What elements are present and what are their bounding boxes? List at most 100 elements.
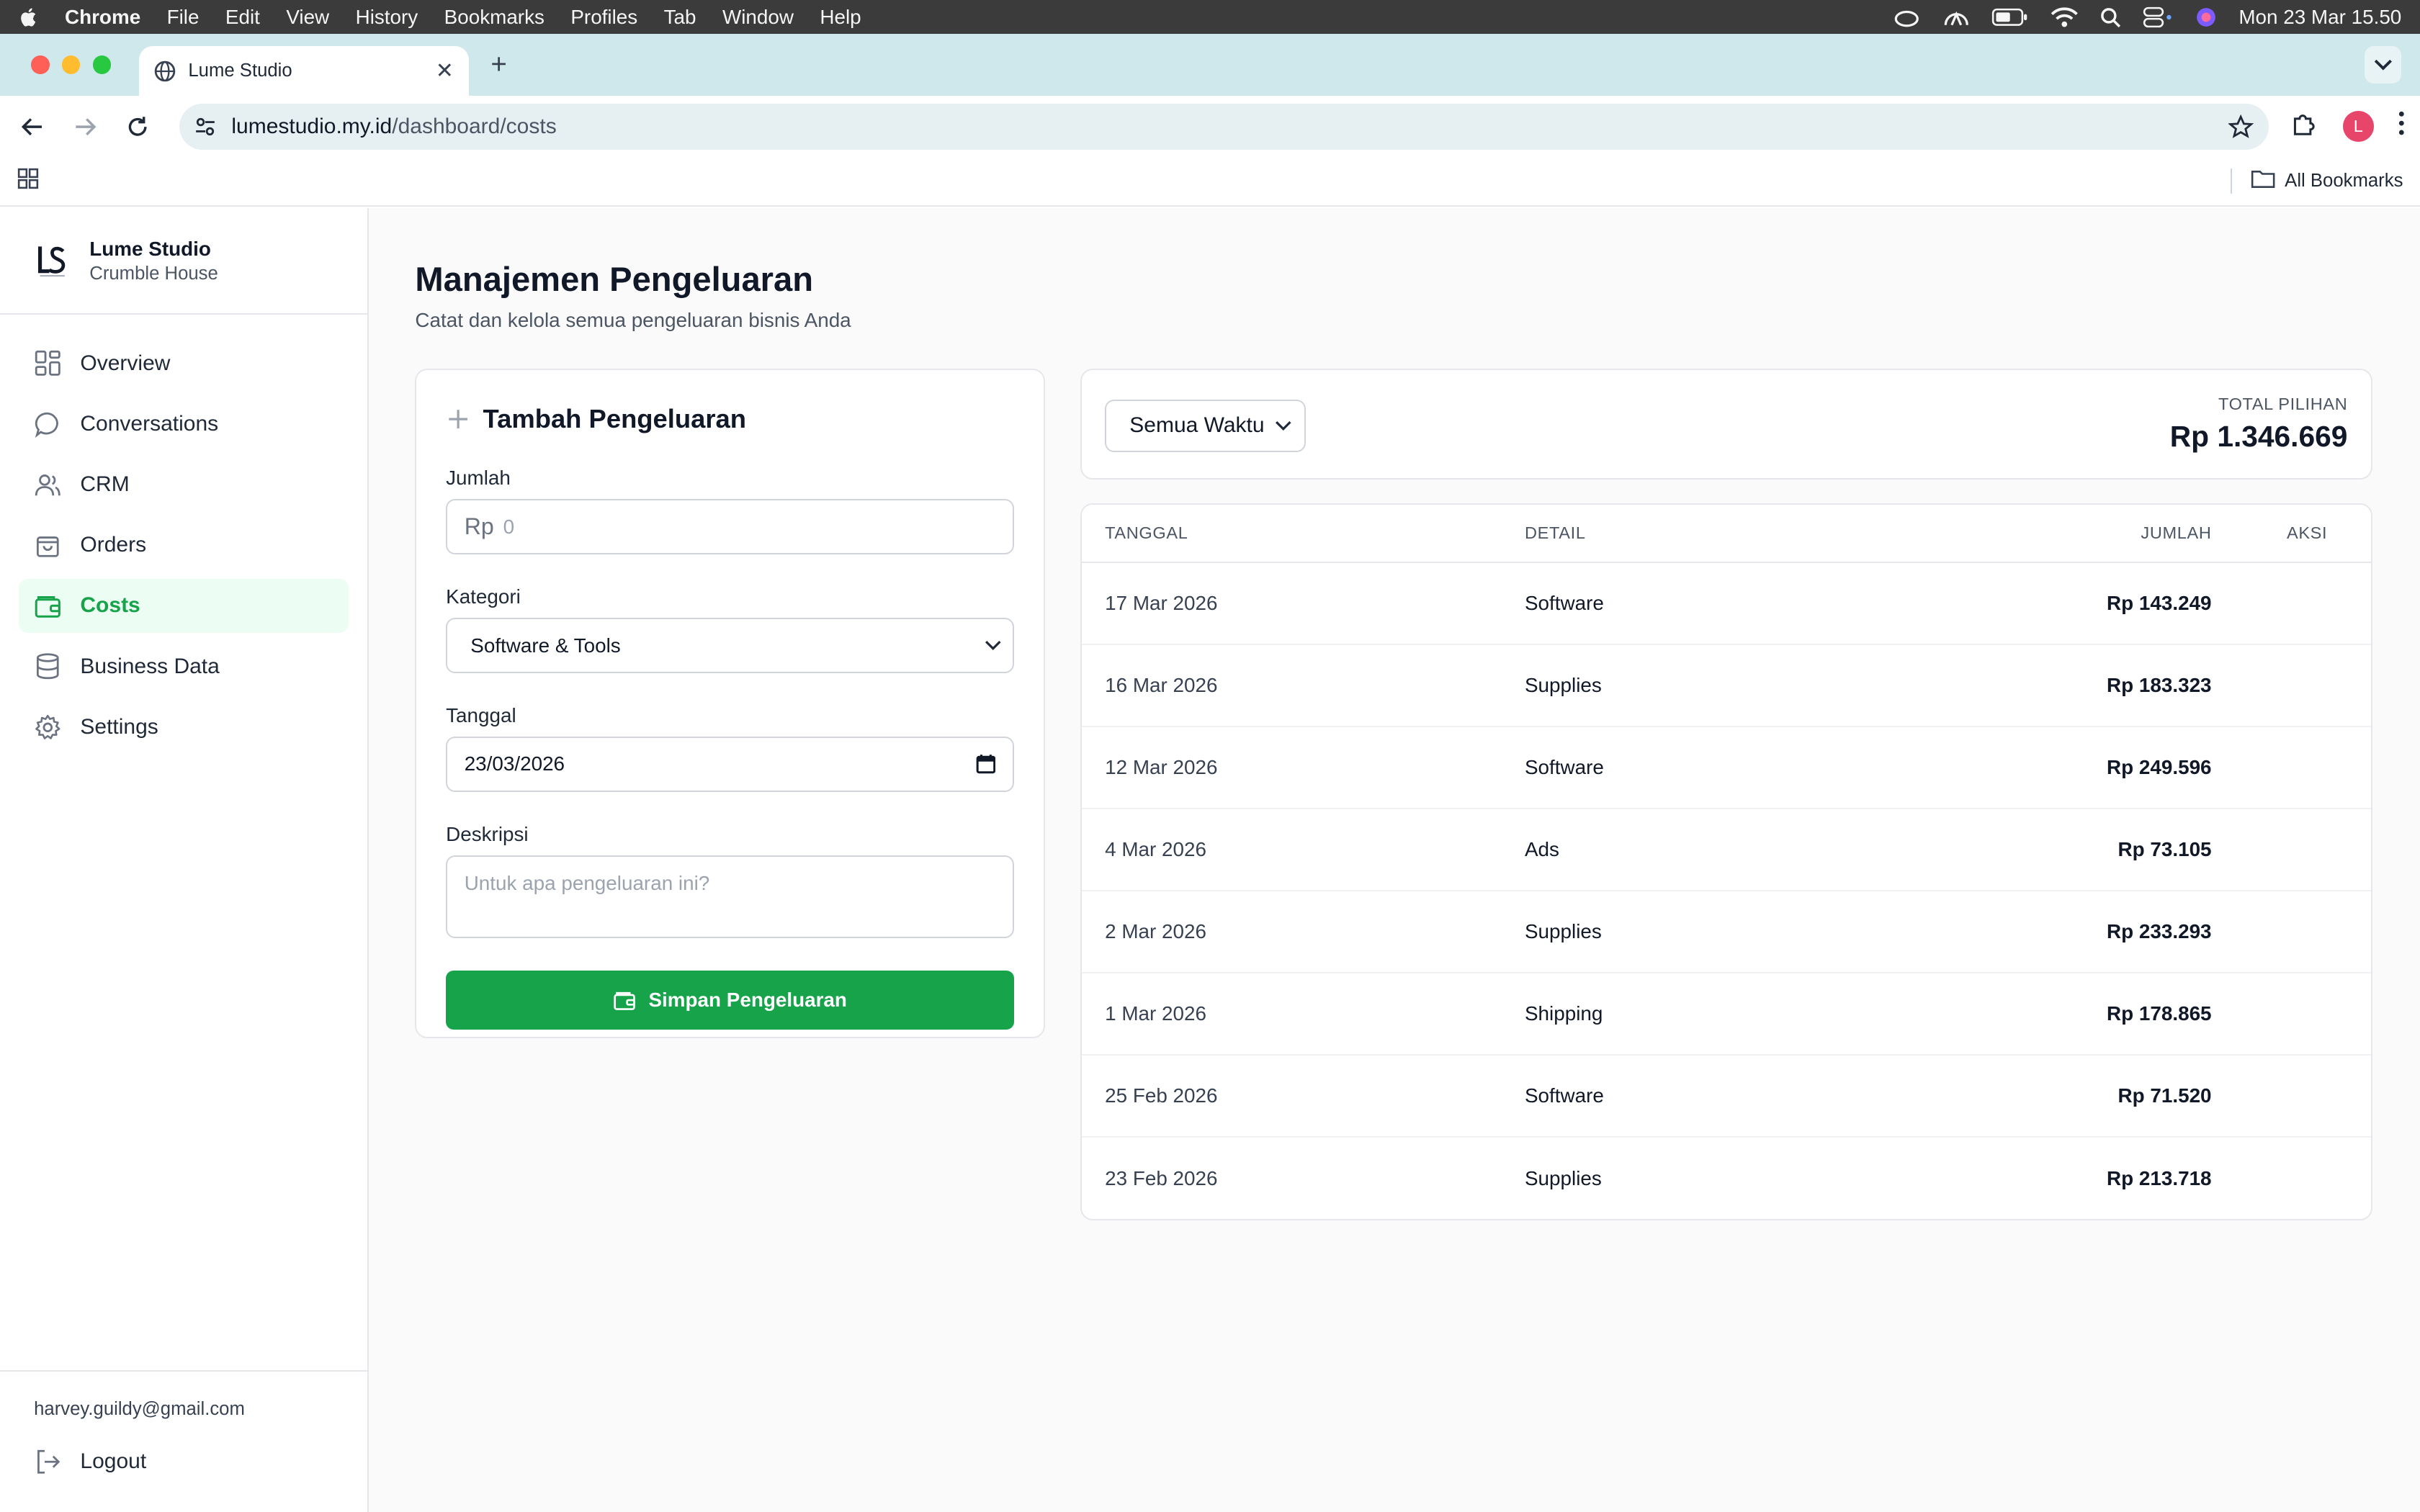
cell-date: 12 Mar 2026 xyxy=(1105,755,1218,778)
cell-amount: Rp 183.323 xyxy=(2107,673,2212,696)
spotlight-search-icon[interactable] xyxy=(2099,6,2121,28)
all-bookmarks-label: All Bookmarks xyxy=(2285,171,2403,192)
column-header-detail: DETAIL xyxy=(1524,523,1586,542)
amount-placeholder: 0 xyxy=(503,515,515,538)
description-textarea[interactable]: Untuk apa pengeluaran ini? xyxy=(446,855,1014,939)
creative-cloud-icon[interactable] xyxy=(1893,6,1921,28)
gear-icon xyxy=(35,714,60,739)
new-tab-icon[interactable]: + xyxy=(490,49,507,81)
period-filter-value: Semua Waktu xyxy=(1129,413,1265,438)
table-row: 17 Mar 2026 Software Rp 143.249 xyxy=(1081,563,2371,645)
arc-icon[interactable] xyxy=(1942,6,1971,28)
menu-file[interactable]: File xyxy=(167,6,200,29)
category-select[interactable]: Software & Tools xyxy=(446,617,1014,674)
browser-menu-kebab-icon[interactable] xyxy=(2398,111,2405,142)
apple-icon[interactable] xyxy=(19,6,40,28)
minimize-window-button[interactable] xyxy=(61,55,81,74)
menu-profiles[interactable]: Profiles xyxy=(570,6,637,29)
close-window-button[interactable] xyxy=(30,55,50,74)
menu-view[interactable]: View xyxy=(286,6,329,29)
site-settings-icon[interactable] xyxy=(194,116,216,138)
address-bar[interactable]: lumestudio.my.id/dashboard/costs xyxy=(179,103,2269,150)
cell-detail: Supplies xyxy=(1524,919,1602,942)
apps-grid-icon[interactable] xyxy=(17,168,39,194)
bookmarks-bar: All Bookmarks xyxy=(0,157,2420,207)
cell-date: 2 Mar 2026 xyxy=(1105,919,1206,942)
menu-bookmarks[interactable]: Bookmarks xyxy=(444,6,544,29)
sidebar-item-overview[interactable]: Overview xyxy=(19,336,349,390)
cell-date: 25 Feb 2026 xyxy=(1105,1084,1218,1107)
sidebar-item-orders[interactable]: Orders xyxy=(19,518,349,572)
tab-search-chevron-icon[interactable] xyxy=(2364,46,2402,84)
menubar-clock[interactable]: Mon 23 Mar 15.50 xyxy=(2238,6,2401,29)
cell-amount: Rp 73.105 xyxy=(2118,837,2212,860)
sidebar-nav: Overview Conversations CRM Orders Costs … xyxy=(0,315,367,782)
forward-arrow-icon[interactable] xyxy=(68,109,102,143)
sidebar-footer: harvey.guildy@gmail.com Logout xyxy=(0,1369,367,1476)
total-selected-label: TOTAL PILIHAN xyxy=(2218,395,2348,414)
currency-prefix: Rp xyxy=(464,513,494,540)
table-row: 2 Mar 2026 Supplies Rp 233.293 xyxy=(1081,891,2371,973)
table-row: 25 Feb 2026 Software Rp 71.520 xyxy=(1081,1056,2371,1138)
siri-icon[interactable] xyxy=(2195,6,2217,28)
brand-subtitle: Crumble House xyxy=(89,263,218,284)
table-header: TANGGAL DETAIL JUMLAH AKSI xyxy=(1081,504,2371,563)
cell-detail: Software xyxy=(1524,1084,1604,1107)
menu-tab[interactable]: Tab xyxy=(664,6,696,29)
page-subtitle: Catat dan kelola semua pengeluaran bisni… xyxy=(415,308,851,331)
shopping-bag-icon xyxy=(37,536,59,557)
menu-history[interactable]: History xyxy=(356,6,418,29)
menu-window[interactable]: Window xyxy=(722,6,794,29)
logout-label: Logout xyxy=(80,1449,147,1474)
menu-help[interactable]: Help xyxy=(820,6,861,29)
calendar-icon[interactable] xyxy=(976,754,996,774)
plus-icon xyxy=(449,410,468,429)
cell-date: 16 Mar 2026 xyxy=(1105,673,1218,696)
sidebar-item-label: Orders xyxy=(80,533,147,557)
wifi-icon[interactable] xyxy=(2051,6,2079,28)
all-bookmarks-button[interactable]: All Bookmarks xyxy=(2231,168,2403,194)
cell-amount: Rp 143.249 xyxy=(2107,591,2212,614)
cell-date: 17 Mar 2026 xyxy=(1105,591,1218,614)
users-icon xyxy=(35,474,60,496)
extensions-puzzle-icon[interactable] xyxy=(2290,109,2318,144)
column-header-date: TANGGAL xyxy=(1105,523,1188,542)
sidebar-item-conversations[interactable]: Conversations xyxy=(19,397,349,451)
battery-icon[interactable] xyxy=(1991,8,2028,27)
sidebar-item-settings[interactable]: Settings xyxy=(19,700,349,754)
period-filter-select[interactable]: Semua Waktu xyxy=(1105,399,1306,452)
macos-menubar: Chrome File Edit View History Bookmarks … xyxy=(0,0,2420,35)
cell-amount: Rp 178.865 xyxy=(2107,1002,2212,1025)
close-tab-icon[interactable]: ✕ xyxy=(436,58,454,84)
cell-detail: Software xyxy=(1524,591,1604,614)
reload-icon[interactable] xyxy=(120,109,154,143)
menu-app-name[interactable]: Chrome xyxy=(65,6,140,29)
cell-amount: Rp 213.718 xyxy=(2107,1166,2212,1189)
maximize-window-button[interactable] xyxy=(92,55,112,74)
date-input[interactable]: 23/03/2026 xyxy=(446,736,1014,792)
table-row: 1 Mar 2026 Shipping Rp 178.865 xyxy=(1081,973,2371,1056)
sidebar-item-business-data[interactable]: Business Data xyxy=(19,639,349,693)
cell-detail: Shipping xyxy=(1524,1002,1603,1025)
back-arrow-icon[interactable] xyxy=(15,109,49,143)
control-center-icon[interactable] xyxy=(2143,6,2174,28)
save-expense-button[interactable]: Simpan Pengeluaran xyxy=(446,971,1014,1030)
wallet-icon xyxy=(614,991,636,1010)
sidebar-item-crm[interactable]: CRM xyxy=(19,458,349,512)
menu-edit[interactable]: Edit xyxy=(225,6,260,29)
amount-input[interactable]: Rp 0 xyxy=(446,499,1014,555)
main-content: Manajemen Pengeluaran Catat dan kelola s… xyxy=(369,208,2420,1512)
sidebar-item-label: CRM xyxy=(80,472,130,497)
add-expense-title: Tambah Pengeluaran xyxy=(483,404,747,434)
amount-label: Jumlah xyxy=(446,467,511,490)
profile-avatar[interactable]: L xyxy=(2342,111,2374,143)
url-host: lumestudio.my.id xyxy=(231,114,393,138)
logout-button[interactable]: Logout xyxy=(34,1448,333,1476)
sidebar-item-costs[interactable]: Costs xyxy=(18,578,349,633)
column-header-amount: JUMLAH xyxy=(2141,523,2212,542)
app-sidebar: Lume Studio Crumble House Overview Conve… xyxy=(0,208,369,1512)
cell-amount: Rp 233.293 xyxy=(2107,919,2212,942)
bookmark-star-icon[interactable] xyxy=(2228,114,2254,139)
window-controls xyxy=(30,55,112,74)
browser-tab-active[interactable]: Lume Studio ✕ xyxy=(138,46,470,96)
